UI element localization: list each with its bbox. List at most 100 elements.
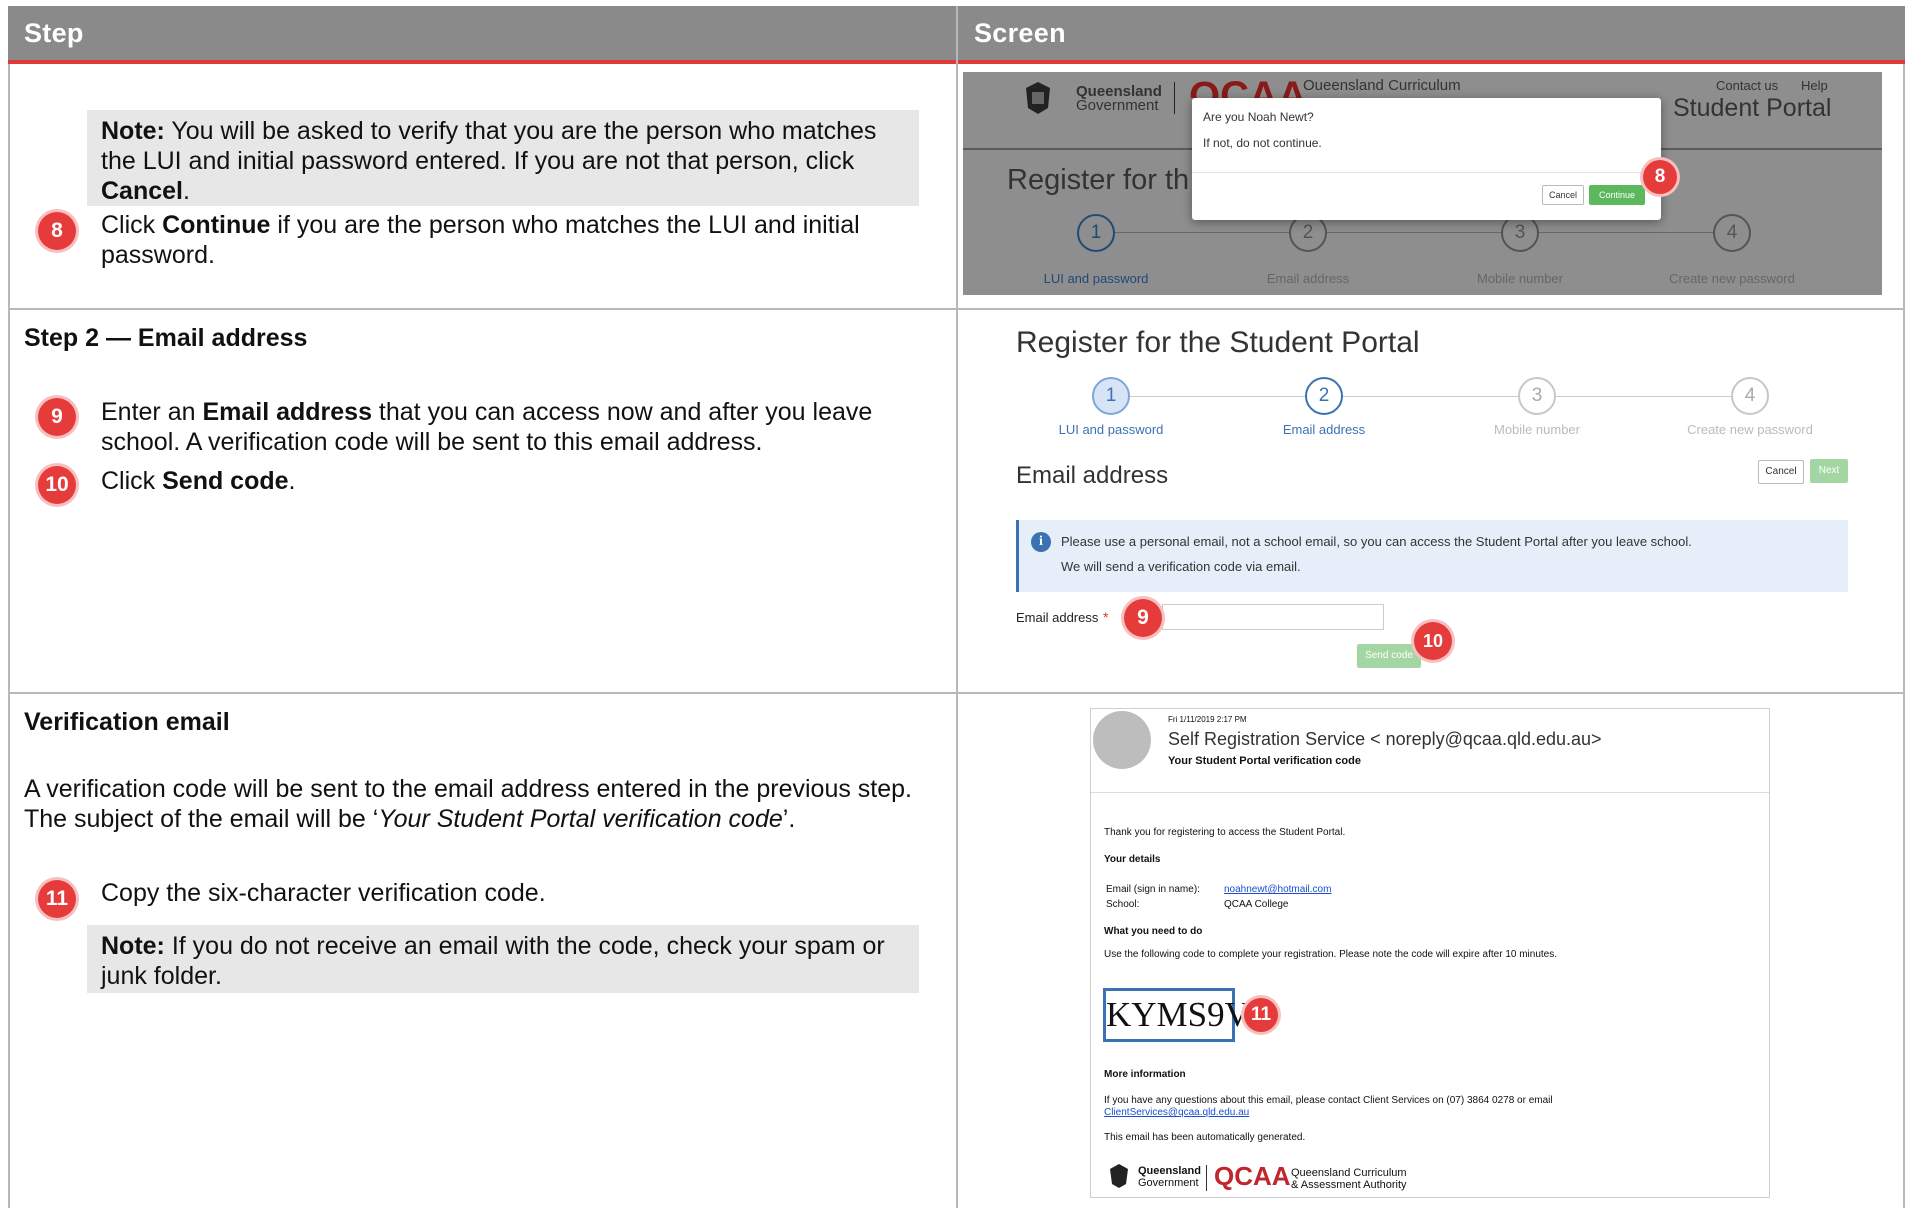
column-header-step: Step: [8, 6, 956, 60]
callout-badge-8: 8: [1643, 160, 1677, 194]
next-button[interactable]: Next: [1810, 459, 1848, 483]
email-auto: This email has been automatically genera…: [1104, 1132, 1306, 1143]
modal-subtext: If not, do not continue.: [1203, 136, 1322, 150]
sender-avatar: [1093, 711, 1151, 769]
send-code-button[interactable]: Send code: [1357, 644, 1421, 668]
stepper-label-1: LUI and password: [1043, 271, 1149, 286]
client-services-link[interactable]: ClientServices@qcaa.qld.edu.au: [1104, 1107, 1249, 1119]
required-marker: *: [1103, 609, 1109, 625]
footer-qcaa-logo: QCAA: [1214, 1161, 1291, 1191]
step2-dot-3: 3: [1518, 377, 1556, 415]
stepper-label-4: Create new password: [1669, 271, 1795, 286]
email-header-rule: [1091, 792, 1769, 793]
footer-divider: [1206, 1165, 1207, 1191]
gov-line2: Government: [1076, 97, 1159, 114]
email-more-info: More information: [1104, 1069, 1186, 1080]
step-9-a: Enter an: [101, 398, 203, 426]
step-badge-10: 10: [38, 466, 76, 504]
table-border-left: [8, 64, 10, 1208]
modal-cancel-button[interactable]: Cancel: [1542, 185, 1584, 205]
note-text: You will be asked to verify that you are…: [101, 117, 877, 175]
modal-divider: [1192, 172, 1661, 173]
row3-paragraph: A verification code will be sent to the …: [24, 774, 934, 834]
footer-auth2: & Assessment Authority: [1291, 1179, 1407, 1191]
callout-badge-10: 10: [1414, 622, 1452, 660]
email-what-to-do: What you need to do: [1104, 926, 1203, 937]
stepper-track-2: [1110, 396, 1750, 397]
row2-heading: Step 2 — Email address: [24, 324, 308, 352]
email-thanks: Thank you for registering to access the …: [1104, 827, 1346, 838]
logo-divider: [1174, 82, 1175, 114]
para-b: ’.: [782, 805, 796, 833]
row3-heading: Verification email: [24, 708, 230, 736]
step-10-text: Click Send code.: [101, 466, 295, 496]
qcaa-logo: QCAA: [1189, 76, 1307, 98]
email-value-link[interactable]: noahnewt@hotmail.com: [1224, 884, 1331, 896]
note-box-spam: Note: If you do not receive an email wit…: [87, 925, 919, 993]
footer-auth1: Queensland Curriculum: [1291, 1167, 1407, 1179]
step-8-text: Click Continue if you are the person who…: [101, 210, 901, 270]
callout-badge-9: 9: [1124, 599, 1162, 637]
para-italic: Your Student Portal verification code: [378, 805, 783, 833]
footer-gov2: Government: [1138, 1177, 1199, 1189]
modal-question: Are you Noah Newt?: [1203, 110, 1314, 124]
step-badge-11: 11: [38, 880, 76, 918]
modal-continue-button[interactable]: Continue: [1589, 185, 1645, 205]
step2-label-2: Email address: [1282, 422, 1366, 437]
step-9-text: Enter an Email address that you can acce…: [101, 397, 921, 457]
email-instructions: Use the following code to complete your …: [1104, 949, 1558, 960]
step-badge-9: 9: [38, 398, 76, 436]
contact-link[interactable]: Contact us: [1716, 78, 1778, 93]
email-subject: Your Student Portal verification code: [1168, 755, 1361, 767]
footer-crest-icon: [1104, 1161, 1134, 1191]
info-line2: We will send a verification code via ema…: [1061, 559, 1301, 574]
row-divider-2: [8, 692, 1905, 694]
portal-title: Student Portal: [1673, 94, 1832, 122]
email-your-details: Your details: [1104, 854, 1161, 865]
verification-code[interactable]: KYMS9V: [1103, 988, 1250, 1042]
step2-dot-2: 2: [1305, 377, 1343, 415]
note-end: .: [182, 177, 190, 205]
crest-icon: [1018, 78, 1058, 118]
help-link[interactable]: Help: [1801, 78, 1828, 93]
stepper-dot-1: 1: [1077, 214, 1115, 252]
step-8-bold: Continue: [162, 211, 271, 239]
footer-gov1: Queensland: [1138, 1165, 1201, 1177]
email-from: Self Registration Service < noreply@qcaa…: [1168, 729, 1602, 749]
info-box: i Please use a personal email, not a sch…: [1016, 520, 1848, 592]
step-10-b: .: [288, 467, 296, 495]
column-header-screen: Screen: [958, 6, 1905, 60]
info-line1: Please use a personal email, not a schoo…: [1061, 534, 1692, 549]
step-10-bold: Send code: [162, 467, 289, 495]
column-divider: [956, 6, 958, 1208]
step-badge-8: 8: [38, 212, 76, 250]
register-title: Register for the Student Portal: [1016, 326, 1420, 359]
step2-label-4: Create new password: [1687, 422, 1813, 437]
section-title-email: Email address: [1016, 462, 1169, 489]
note-label: Note:: [101, 117, 165, 145]
stepper-label-3: Mobile number: [1477, 271, 1563, 286]
note2-label: Note:: [101, 932, 165, 960]
step-10-a: Click: [101, 467, 163, 495]
note2-text: If you do not receive an email with the …: [101, 932, 885, 990]
email-field-label: Email address: [1016, 610, 1099, 625]
step2-label-1: LUI and password: [1058, 422, 1164, 437]
step-11-text: Copy the six-character verification code…: [101, 879, 546, 907]
qc-partial: Queensland Curriculum: [1303, 78, 1461, 90]
email-input[interactable]: [1162, 604, 1384, 630]
screenshot-confirm-dialog: Queensland Government QCAA Queensland Cu…: [963, 72, 1882, 295]
register-title-partial: Register for th: [1007, 164, 1190, 196]
email-label: Email (sign in name):: [1106, 884, 1200, 895]
note-cancel: Cancel: [101, 177, 183, 205]
step2-dot-4: 4: [1731, 377, 1769, 415]
stepper-dot-4: 4: [1713, 214, 1751, 252]
info-icon: i: [1031, 532, 1051, 552]
row-divider-1: [8, 308, 1905, 310]
cancel-button[interactable]: Cancel: [1758, 460, 1804, 484]
email-date: Fri 1/11/2019 2:17 PM: [1168, 715, 1247, 724]
screenshot-verification-email: Fri 1/11/2019 2:17 PM Self Registration …: [1090, 708, 1770, 1198]
step-8-a: Click: [101, 211, 163, 239]
step2-dot-1: 1: [1092, 377, 1130, 415]
stepper-track: [1098, 232, 1738, 233]
step-9-bold: Email address: [202, 398, 372, 426]
